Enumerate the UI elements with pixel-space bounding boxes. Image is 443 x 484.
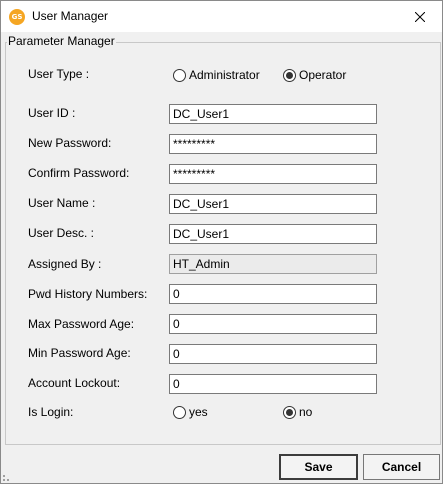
min-password-age-label: Min Password Age: bbox=[28, 346, 131, 360]
user-id-label: User ID : bbox=[28, 106, 76, 120]
user-name-input[interactable] bbox=[169, 194, 377, 214]
confirm-password-input[interactable] bbox=[169, 164, 377, 184]
radio-operator-circle[interactable] bbox=[283, 68, 296, 82]
resize-grip-icon[interactable] bbox=[3, 475, 9, 481]
account-lockout-input[interactable] bbox=[169, 374, 377, 394]
close-icon bbox=[415, 11, 425, 22]
app-logo-icon: GS bbox=[9, 9, 25, 25]
radio-administrator-label: Administrator bbox=[189, 68, 260, 82]
radio-administrator[interactable]: Administrator bbox=[173, 68, 260, 82]
pwd-history-label: Pwd History Numbers: bbox=[28, 287, 148, 301]
radio-login-no-circle[interactable] bbox=[283, 405, 296, 419]
dialog-content: Parameter Manager User Type : Administra… bbox=[1, 32, 442, 483]
radio-operator-label: Operator bbox=[299, 68, 347, 82]
save-button[interactable]: Save bbox=[279, 454, 358, 480]
title-bar: GS User Manager bbox=[1, 1, 442, 32]
confirm-password-label: Confirm Password: bbox=[28, 166, 130, 180]
is-login-label: Is Login: bbox=[28, 405, 74, 419]
radio-login-yes-circle[interactable] bbox=[173, 405, 186, 419]
new-password-label: New Password: bbox=[28, 136, 112, 150]
assigned-by-input bbox=[169, 254, 377, 274]
radio-login-no-label: no bbox=[299, 405, 313, 419]
user-desc-input[interactable] bbox=[169, 224, 377, 244]
radio-login-yes-label: yes bbox=[189, 405, 208, 419]
radio-administrator-circle[interactable] bbox=[173, 68, 186, 82]
account-lockout-label: Account Lockout: bbox=[28, 376, 121, 390]
close-button[interactable] bbox=[398, 1, 442, 32]
user-type-label: User Type : bbox=[28, 67, 90, 81]
radio-operator[interactable]: Operator bbox=[283, 68, 346, 82]
cancel-button[interactable]: Cancel bbox=[363, 454, 440, 480]
radio-login-yes[interactable]: yes bbox=[173, 405, 208, 419]
user-name-label: User Name : bbox=[28, 196, 96, 210]
user-id-input[interactable] bbox=[169, 104, 377, 124]
window-title: User Manager bbox=[32, 9, 109, 23]
user-manager-window: GS User Manager Parameter Manager User T… bbox=[0, 0, 443, 484]
assigned-by-label: Assigned By : bbox=[28, 257, 102, 271]
radio-login-no[interactable]: no bbox=[283, 405, 312, 419]
max-password-age-label: Max Password Age: bbox=[28, 317, 135, 331]
pwd-history-input[interactable] bbox=[169, 284, 377, 304]
user-desc-label: User Desc. : bbox=[28, 226, 95, 240]
min-password-age-input[interactable] bbox=[169, 344, 377, 364]
max-password-age-input[interactable] bbox=[169, 314, 377, 334]
group-title: Parameter Manager bbox=[7, 34, 116, 48]
new-password-input[interactable] bbox=[169, 134, 377, 154]
